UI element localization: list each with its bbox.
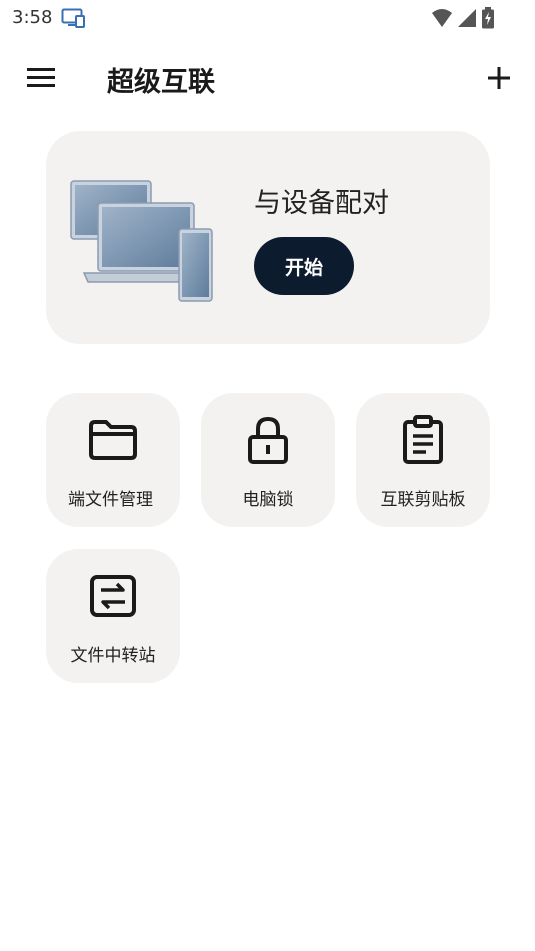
- tile-label: 端文件管理: [68, 490, 153, 510]
- menu-icon: [27, 68, 55, 87]
- devices-illustration: [70, 179, 216, 309]
- menu-button[interactable]: [24, 64, 60, 92]
- tile-label: 文件中转站: [70, 646, 156, 666]
- transfer-icon: [90, 575, 136, 617]
- cast-icon: [61, 8, 85, 32]
- folder-icon: [89, 420, 137, 460]
- pair-title: 与设备配对: [254, 188, 389, 219]
- plus-icon: [488, 67, 510, 89]
- tile-file-transfer[interactable]: 文件中转站: [46, 549, 180, 683]
- clipboard-icon: [403, 415, 443, 464]
- lock-icon: [248, 416, 288, 464]
- battery-charging-icon: [481, 7, 495, 33]
- app-bar: 超级互联: [0, 50, 535, 106]
- wifi-icon: [431, 8, 453, 32]
- tile-clipboard[interactable]: 互联剪贴板: [356, 393, 490, 527]
- pair-device-card: 与设备配对 开始: [46, 131, 490, 344]
- status-bar: 3:58: [0, 0, 535, 36]
- add-button[interactable]: [483, 62, 515, 94]
- tile-label: 电脑锁: [242, 490, 294, 510]
- signal-icon: [457, 8, 477, 32]
- tile-pc-lock[interactable]: 电脑锁: [201, 393, 335, 527]
- page-title: 超级互联: [107, 67, 215, 98]
- status-time: 3:58: [12, 7, 53, 28]
- start-button[interactable]: 开始: [254, 237, 354, 295]
- tile-file-manager[interactable]: 端文件管理: [46, 393, 180, 527]
- tile-label: 互联剪贴板: [380, 490, 466, 510]
